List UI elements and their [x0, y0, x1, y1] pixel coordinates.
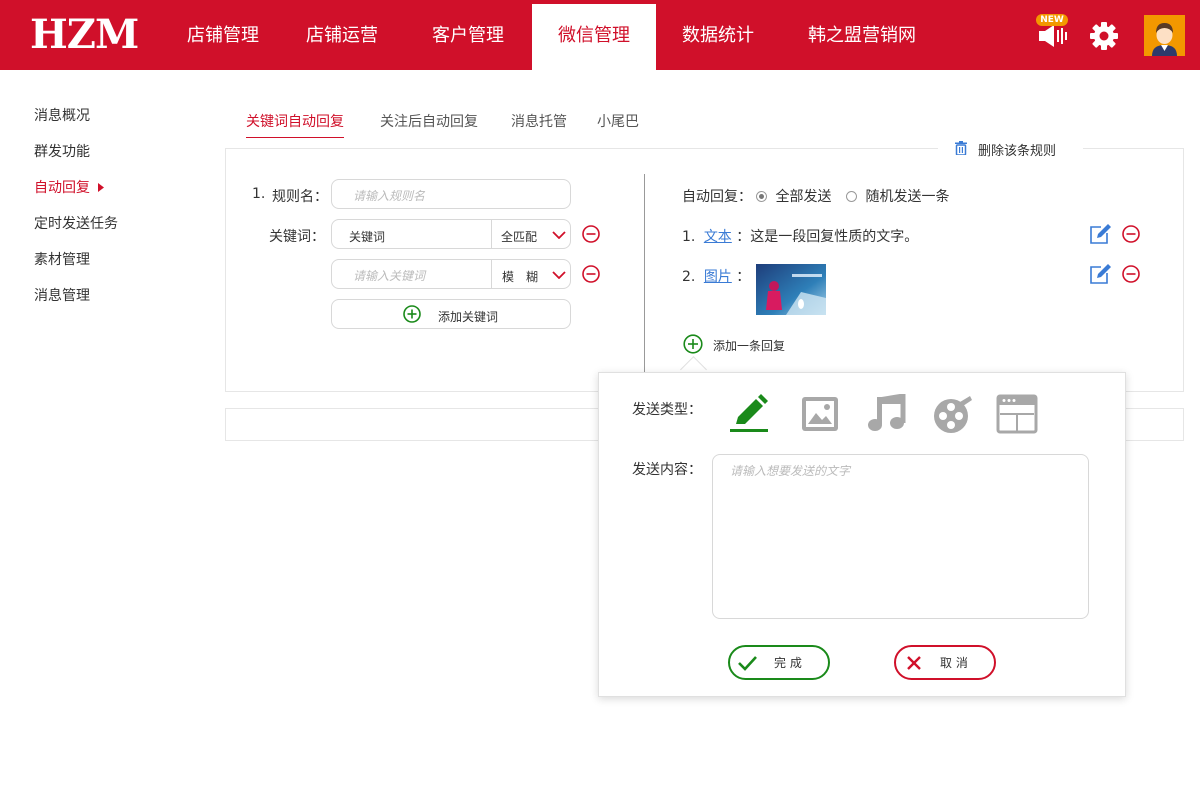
nav-data-statistics[interactable]: 数据统计: [662, 4, 774, 70]
sidebar-item-auto-reply[interactable]: 自动回复: [34, 177, 105, 197]
reply-item: 2. 图片 ：: [682, 266, 750, 286]
nav-store-management[interactable]: 店铺管理: [164, 4, 282, 70]
confirm-label: 完 成: [774, 656, 802, 670]
keyword-input[interactable]: 关键词 全匹配: [331, 219, 571, 249]
keyword-label: 关键词：: [269, 229, 325, 245]
reply-number: 1.: [682, 229, 696, 245]
remove-keyword-icon[interactable]: [582, 265, 600, 283]
check-icon: [738, 656, 757, 671]
reply-type-link[interactable]: 文本: [704, 229, 732, 245]
avatar[interactable]: [1144, 15, 1185, 56]
sidebar-item-mass-send[interactable]: 群发功能: [34, 141, 90, 161]
match-select-value[interactable]: 模 糊: [502, 268, 538, 285]
sidebar-item-material[interactable]: 素材管理: [34, 249, 90, 269]
trash-icon: [955, 141, 967, 155]
webpage-icon[interactable]: [996, 394, 1038, 434]
send-content-textarea[interactable]: 请输入想要发送的文字: [712, 454, 1089, 619]
reply-type-link[interactable]: 图片: [704, 269, 732, 285]
tab-follow-reply[interactable]: 关注后自动回复: [380, 111, 478, 131]
gear-icon[interactable]: [1089, 21, 1119, 51]
reply-content: 这是一段回复性质的文字。: [750, 229, 919, 245]
panel-divider: [644, 174, 645, 384]
image-icon[interactable]: [800, 394, 840, 434]
tab-message-hosting[interactable]: 消息托管: [511, 111, 567, 131]
sidebar-item-message-overview[interactable]: 消息概况: [34, 105, 90, 125]
reply-item: 1. 文本 ：这是一段回复性质的文字。: [682, 226, 918, 246]
popup-arrow-mask: [599, 373, 1125, 383]
logo[interactable]: HZM: [30, 10, 139, 60]
nav-wechat-management[interactable]: 微信管理: [532, 4, 656, 70]
edit-icon[interactable]: [1089, 223, 1111, 245]
delete-rule-label: 删除该条规则: [978, 144, 1057, 159]
music-icon[interactable]: [866, 393, 906, 434]
radio-send-random[interactable]: 随机发送一条: [846, 186, 949, 206]
rule-name-placeholder: 请输入规则名: [353, 189, 426, 203]
send-content-label: 发送内容：: [632, 462, 702, 478]
nav-marketing-site[interactable]: 韩之盟营销网: [788, 4, 936, 70]
caret-right-icon: [98, 183, 105, 192]
reply-number: 2.: [682, 269, 696, 285]
remove-keyword-icon[interactable]: [582, 225, 600, 243]
tab-tail[interactable]: 小尾巴: [597, 111, 639, 131]
delete-rule-button[interactable]: 删除该条规则: [938, 137, 1083, 159]
sidebar-item-message-management[interactable]: 消息管理: [34, 285, 90, 305]
tab-keyword-reply[interactable]: 关键词自动回复: [246, 111, 344, 138]
rule-name-input[interactable]: 请输入规则名: [331, 179, 571, 209]
add-reply-button[interactable]: 添加一条回复: [683, 334, 803, 354]
remove-reply-icon[interactable]: [1122, 225, 1140, 243]
sidebar-item-label: 自动回复: [34, 180, 90, 196]
cancel-button[interactable]: 取 消: [894, 645, 996, 680]
add-keyword-button[interactable]: 添加关键词: [331, 299, 571, 329]
edit-icon[interactable]: [1089, 263, 1111, 285]
match-select-value[interactable]: 全匹配: [501, 228, 537, 245]
radio-label: 全部发送: [775, 189, 832, 205]
radio-label: 随机发送一条: [865, 189, 950, 205]
new-badge: NEW: [1036, 14, 1068, 26]
keyword-placeholder: 请输入关键词: [353, 269, 426, 283]
plus-circle-icon: [683, 334, 703, 354]
nav-customer-management[interactable]: 客户管理: [410, 4, 526, 70]
confirm-button[interactable]: 完 成: [728, 645, 830, 680]
add-keyword-label: 添加关键词: [438, 310, 499, 324]
reply-image-thumbnail[interactable]: [756, 264, 826, 315]
keyword-value: 关键词: [349, 230, 386, 244]
reply-separator: ：: [736, 269, 751, 285]
radio-send-all[interactable]: 全部发送: [756, 186, 831, 206]
video-icon[interactable]: [932, 394, 972, 434]
text-icon[interactable]: [728, 394, 770, 434]
nav-store-operation[interactable]: 店铺运营: [286, 4, 398, 70]
chevron-down-icon[interactable]: [552, 231, 566, 239]
sidebar-item-scheduled-task[interactable]: 定时发送任务: [34, 213, 118, 233]
send-type-label: 发送类型：: [632, 402, 702, 418]
radio-indicator[interactable]: [756, 191, 767, 202]
plus-circle-icon: [403, 305, 421, 323]
rule-name-label: 规则名：: [272, 189, 328, 205]
remove-reply-icon[interactable]: [1122, 265, 1140, 283]
chevron-down-icon[interactable]: [552, 271, 566, 279]
add-reply-label: 添加一条回复: [713, 339, 786, 353]
reply-separator: ：: [736, 229, 751, 245]
speaker-icon[interactable]: [1038, 24, 1068, 48]
reply-mode-label: 自动回复：: [682, 189, 752, 205]
send-content-placeholder: 请输入想要发送的文字: [730, 464, 851, 478]
close-icon: [907, 656, 921, 670]
keyword-input[interactable]: 请输入关键词 模 糊: [331, 259, 571, 289]
rule-number: 1.: [252, 186, 266, 202]
cancel-label: 取 消: [940, 656, 968, 670]
radio-indicator[interactable]: [846, 191, 857, 202]
